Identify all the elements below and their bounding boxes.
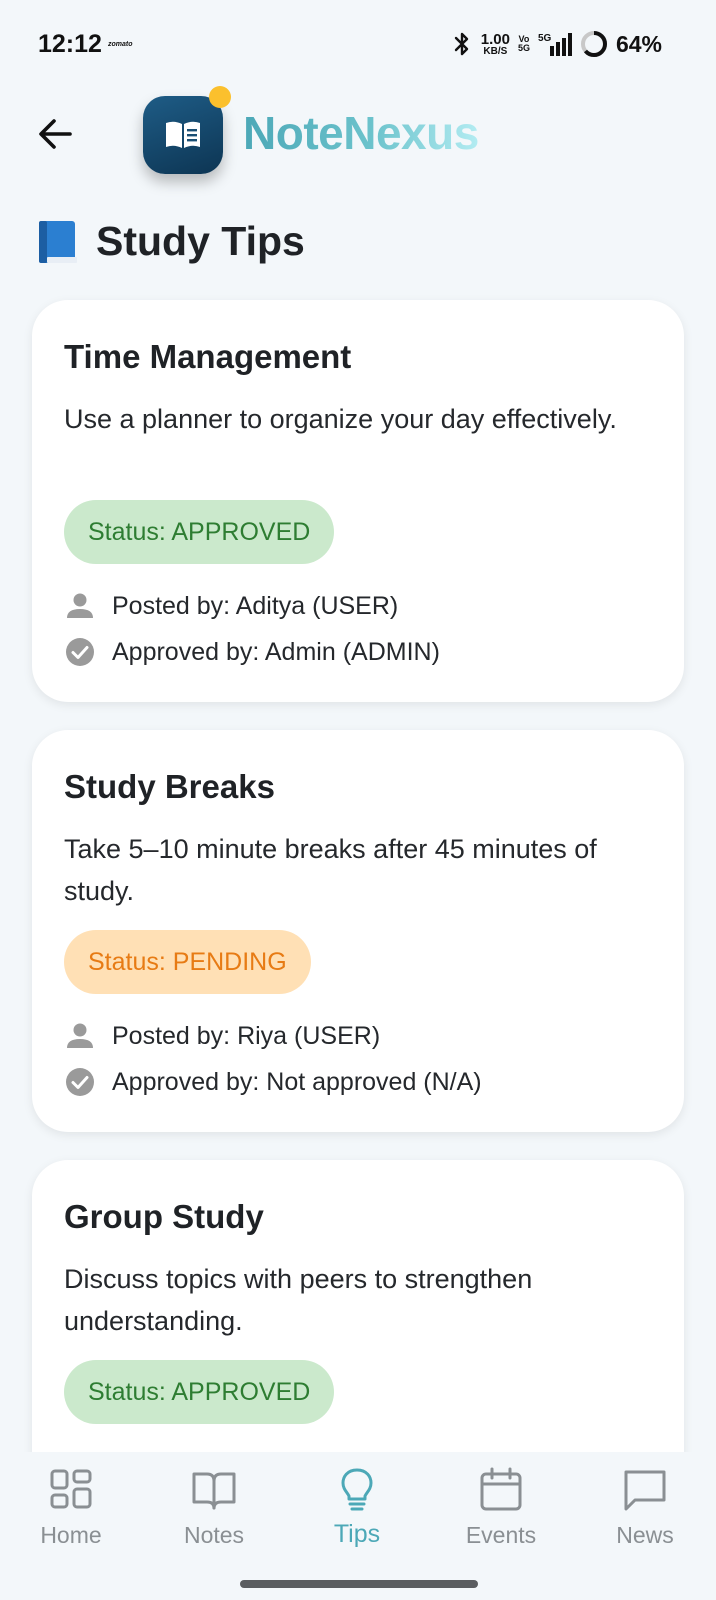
nav-label: Tips (333, 1520, 381, 1548)
approved-by-row: Approved by: Admin (ADMIN) (64, 636, 440, 668)
nav-events[interactable]: Events (441, 1466, 561, 1549)
nav-news[interactable]: News (585, 1466, 705, 1549)
app-title: NoteNexus (243, 107, 479, 159)
approved-by-text: Approved by: Not approved (N/A) (112, 1067, 482, 1096)
tip-title: Time Management (64, 338, 352, 375)
tip-description: Take 5–10 minute breaks after 45 minutes… (64, 834, 597, 906)
posted-by-row: Posted by: Riya (USER) (64, 1020, 380, 1052)
approved-by-text: Approved by: Admin (ADMIN) (112, 637, 440, 666)
grid-icon (50, 1469, 92, 1509)
status-badge: Status: APPROVED (64, 1360, 335, 1424)
home-indicator[interactable] (240, 1580, 478, 1588)
volte-indicator: Vo 5G (517, 33, 530, 53)
nav-label: Home (40, 1522, 102, 1548)
notification-app-icon: zomato (108, 41, 133, 48)
svg-text:5G: 5G (538, 33, 552, 44)
battery-percent: 64% (615, 30, 662, 57)
page-header: Study Tips (36, 218, 305, 265)
lightbulb-icon (341, 1468, 373, 1511)
person-icon (67, 1023, 93, 1048)
tip-title: Group Study (64, 1198, 264, 1235)
blue-book-icon (39, 220, 77, 263)
nav-notes[interactable]: Notes (154, 1466, 274, 1549)
app-logo (143, 96, 223, 174)
page-title: Study Tips (96, 218, 305, 264)
status-badge: Status: PENDING (64, 930, 311, 994)
tip-description: Discuss topics with peers to strengthen … (64, 1264, 533, 1336)
status-time: 12:12 (38, 30, 102, 58)
tip-description: Use a planner to organize your day effec… (64, 404, 617, 434)
chat-bubble-icon (624, 1470, 666, 1511)
status-icons: 1.00 KB/S Vo 5G 5G 64% (451, 30, 662, 58)
nav-label: Events (465, 1522, 537, 1548)
tip-title: Study Breaks (64, 768, 275, 805)
person-icon (67, 593, 93, 618)
posted-by-row: Posted by: Aditya (USER) (64, 590, 398, 622)
calendar-icon (480, 1467, 522, 1511)
battery-icon (580, 31, 607, 57)
notification-dot (209, 86, 231, 108)
status-badge: Status: APPROVED (64, 500, 335, 564)
nav-label: Notes (183, 1522, 245, 1548)
nav-home[interactable]: Home (11, 1466, 131, 1549)
nav-label: News (616, 1522, 674, 1548)
tip-card[interactable]: Study Breaks Take 5–10 minute breaks aft… (32, 730, 684, 1132)
nav-tips[interactable]: Tips (297, 1466, 417, 1549)
status-bar: 12:12 zomato 1.00 KB/S Vo 5G 5G 64% (0, 0, 716, 92)
check-circle-icon (66, 1068, 94, 1096)
posted-by-text: Posted by: Aditya (USER) (112, 591, 399, 620)
posted-by-text: Posted by: Riya (USER) (112, 1021, 381, 1050)
check-circle-icon (66, 638, 94, 666)
book-open-icon (192, 1472, 236, 1510)
back-arrow-icon[interactable] (36, 114, 76, 154)
tip-card[interactable]: Time Management Use a planner to organiz… (32, 300, 684, 702)
book-icon (166, 121, 200, 148)
bottom-navigation: Home Notes Tips Events News (0, 1452, 716, 1600)
approved-by-row: Approved by: Not approved (N/A) (64, 1066, 482, 1098)
signal-icon: 5G (538, 33, 572, 56)
network-speed: 1.00 KB/S (480, 30, 510, 57)
bluetooth-icon (454, 32, 468, 56)
